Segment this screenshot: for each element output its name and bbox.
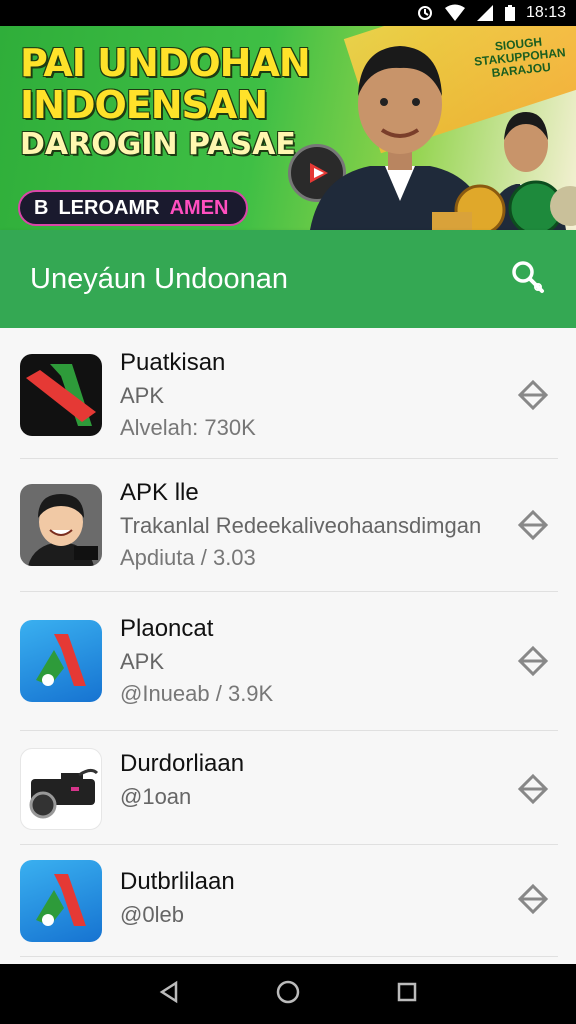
download-arrow-icon[interactable]: [516, 644, 550, 678]
app-meta: Apdiuta / 3.03: [120, 545, 256, 570]
item-texts: Plaoncat APK @Inueab / 3.9K: [120, 615, 273, 707]
app-name: Puatkisan: [120, 349, 226, 376]
app-meta: @1oan: [120, 784, 192, 809]
banner-line-1: PAI UNDOHAN: [20, 41, 311, 85]
app-meta: Alvelah: 730K: [120, 415, 256, 440]
list-item[interactable]: Puatkisan APK Alvelah: 730K: [0, 349, 576, 441]
download-arrow-icon[interactable]: [516, 882, 550, 916]
system-nav-bar: [0, 964, 576, 1024]
home-icon[interactable]: [276, 980, 300, 1009]
item-texts: Dutbrlilaan @0leb: [120, 868, 235, 928]
recents-icon[interactable]: [396, 981, 418, 1008]
red-green-a-icon: [20, 354, 102, 436]
app-list: Puatkisan APK Alvelah: 730K APK lle Trak…: [0, 328, 576, 964]
app-name: Dutbrlilaan: [120, 868, 235, 895]
app-name: APK lle: [120, 479, 199, 506]
pill-text: LEROAMR: [58, 196, 160, 219]
clock-time: 18:13: [525, 4, 566, 21]
divider: [20, 458, 558, 459]
app-type: APK: [120, 649, 165, 674]
alarm-icon: [416, 4, 434, 22]
banner-line-3: DAROGIN PASAE: [20, 127, 296, 162]
list-item[interactable]: Dutbrlilaan @0leb: [0, 860, 576, 942]
banner-pill[interactable]: B LEROAMR AMEN: [18, 190, 249, 226]
wifi-icon: [444, 4, 466, 22]
camera-car-icon: [20, 748, 102, 830]
download-arrow-icon[interactable]: [516, 378, 550, 412]
coins-illustration: [432, 180, 576, 230]
blue-a-icon: [20, 620, 102, 702]
item-texts: Puatkisan APK Alvelah: 730K: [120, 349, 256, 441]
blue-a-icon: [20, 860, 102, 942]
list-item[interactable]: APK lle Trakanlal Redeekaliveohaansdimga…: [0, 479, 576, 571]
app-meta: @0leb: [120, 902, 184, 927]
app-name: Plaoncat: [120, 615, 214, 642]
divider: [20, 844, 558, 845]
app-description: Trakanlal Redeekaliveohaansdimgan: [120, 513, 482, 538]
promo-banner[interactable]: PAI UNDOHAN INDOENSAN DAROGIN PASAE B LE…: [0, 26, 576, 230]
list-item[interactable]: Plaoncat APK @Inueab / 3.9K: [0, 615, 576, 707]
banner-headline: PAI UNDOHAN INDOENSAN DAROGIN PASAE: [20, 41, 311, 162]
cartoon-avatar-icon: [20, 484, 102, 566]
list-item[interactable]: Durdorliaan @1oan: [0, 748, 576, 830]
search-icon[interactable]: [510, 259, 546, 300]
signal-icon: [476, 4, 494, 22]
status-bar: 18:13: [0, 0, 576, 26]
download-arrow-icon[interactable]: [516, 772, 550, 806]
download-arrow-icon[interactable]: [516, 508, 550, 542]
banner-line-2: INDOENSAN: [20, 83, 268, 127]
divider: [20, 591, 558, 592]
item-texts: Durdorliaan @1oan: [120, 750, 244, 810]
item-texts: APK lle Trakanlal Redeekaliveohaansdimga…: [120, 479, 481, 571]
battery-icon: [504, 4, 516, 22]
back-icon[interactable]: [158, 980, 180, 1009]
pill-prefix: B: [34, 196, 49, 219]
toolbar-title: Uneyáun Undoonan: [30, 262, 288, 295]
app-toolbar: Uneyáun Undoonan: [0, 230, 576, 328]
app-name: Durdorliaan: [120, 750, 245, 777]
divider: [20, 956, 558, 957]
pill-accent: AMEN: [169, 196, 229, 219]
app-meta: @Inueab / 3.9K: [120, 681, 274, 706]
app-type: APK: [120, 383, 165, 408]
divider: [20, 730, 558, 731]
